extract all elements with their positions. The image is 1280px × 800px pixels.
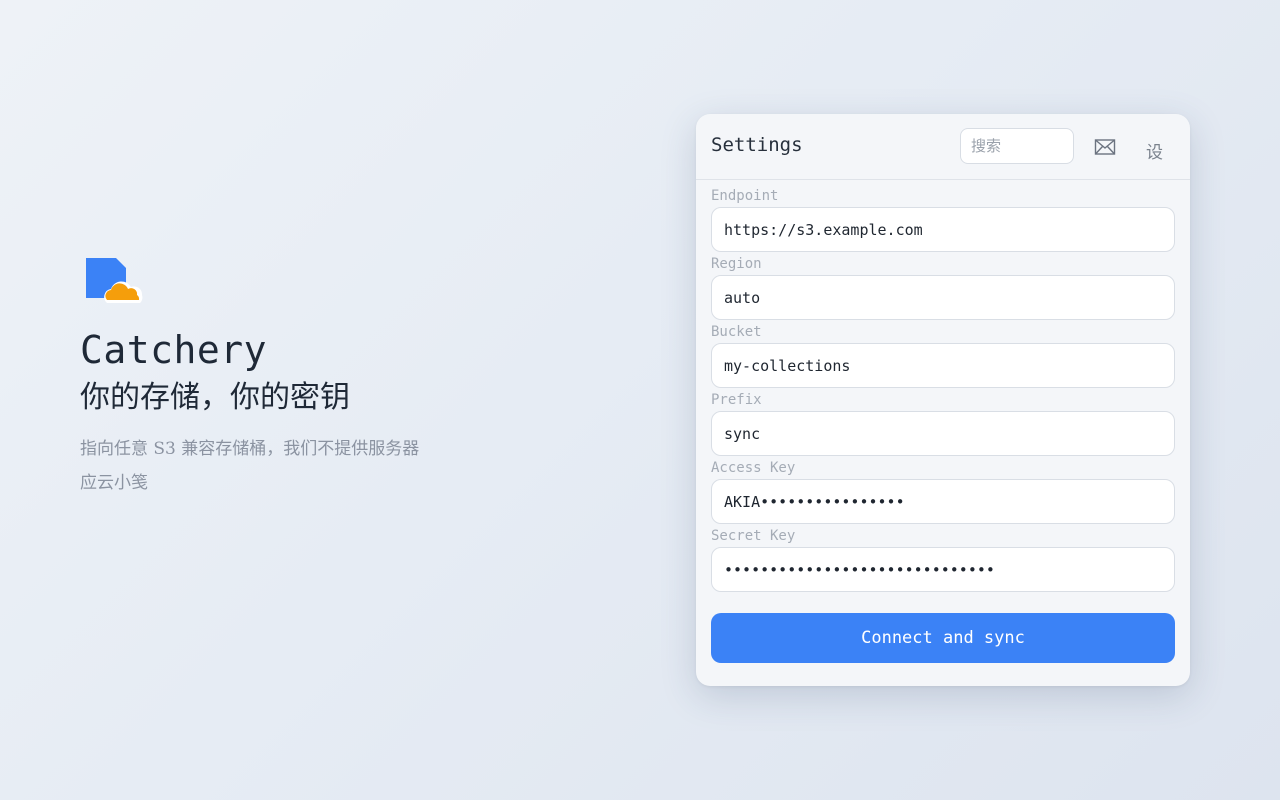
search-input[interactable] <box>960 128 1074 164</box>
prefix-field[interactable] <box>711 411 1175 456</box>
mail-icon[interactable] <box>1094 138 1116 156</box>
settings-title: Settings <box>711 134 803 156</box>
settings-panel: Settings 设 Endpoint Region Bucket Prefix… <box>696 114 1190 686</box>
endpoint-field[interactable] <box>711 207 1175 252</box>
access-key-label: Access Key <box>711 460 796 476</box>
bucket-label: Bucket <box>711 324 762 340</box>
settings-header: Settings 设 <box>696 114 1190 180</box>
region-field[interactable] <box>711 275 1175 320</box>
subtitle-line-1: 指向任意 S3 兼容存储桶，我们不提供服务器 <box>80 439 420 459</box>
endpoint-label: Endpoint <box>711 188 779 204</box>
app-name: Catchery <box>80 328 268 372</box>
secret-key-field[interactable] <box>711 547 1175 592</box>
connect-and-sync-button[interactable]: Connect and sync <box>711 613 1175 663</box>
access-key-field[interactable] <box>711 479 1175 524</box>
subtitle: 指向任意 S3 兼容存储桶，我们不提供服务器 应云小笺 <box>80 432 500 500</box>
hero: Catchery 你的存储，你的密钥 指向任意 S3 兼容存储桶，我们不提供服务… <box>80 252 500 500</box>
prefix-label: Prefix <box>711 392 762 408</box>
bucket-field[interactable] <box>711 343 1175 388</box>
s3-form: Endpoint Region Bucket Prefix Access Key… <box>711 187 1175 595</box>
subtitle-line-2: 应云小笺 <box>80 473 148 493</box>
region-label: Region <box>711 256 762 272</box>
settings-button[interactable]: 设 <box>1146 138 1163 163</box>
file-cloud-logo <box>80 252 150 308</box>
secret-key-label: Secret Key <box>711 528 796 544</box>
tagline: 你的存储，你的密钥 <box>80 380 350 415</box>
